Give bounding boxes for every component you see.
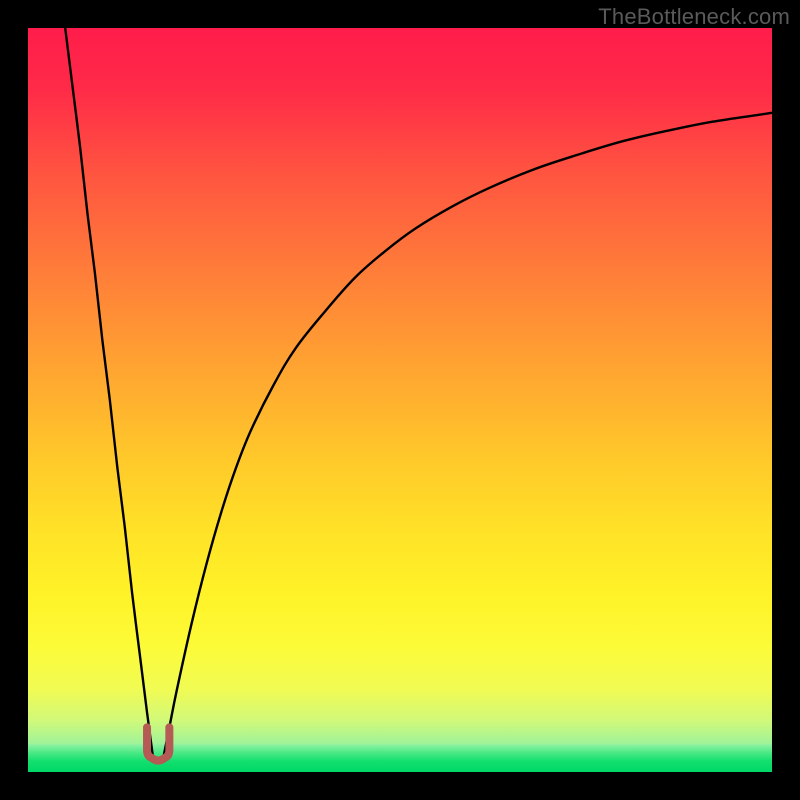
green-band [28,744,772,772]
watermark-text: TheBottleneck.com [598,4,790,30]
chart-frame: TheBottleneck.com [0,0,800,800]
plot-svg [28,28,772,772]
plot-area [28,28,772,772]
